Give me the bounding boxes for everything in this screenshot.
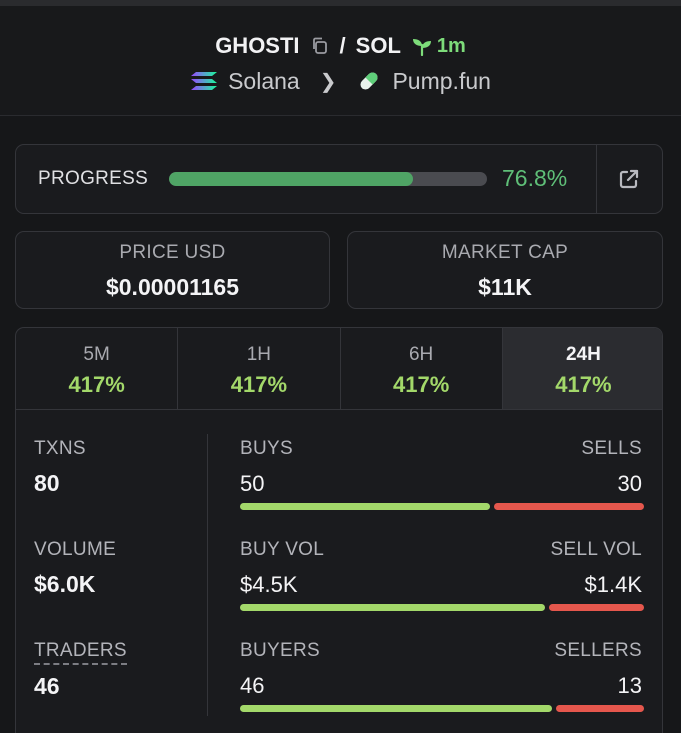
buy-portion bbox=[240, 705, 552, 712]
chevron-right-icon: ❯ bbox=[319, 70, 337, 93]
buyers-label: BUYERS bbox=[240, 640, 320, 661]
quote-symbol: SOL bbox=[355, 33, 401, 58]
tab-change-value: 417% bbox=[555, 372, 612, 397]
sells-value: 30 bbox=[617, 471, 642, 496]
tab-label: 6H bbox=[408, 344, 434, 365]
buy-vol-label: BUY VOL bbox=[240, 539, 325, 560]
tab-label: 1H bbox=[246, 344, 272, 365]
market-cap-card: MARKET CAP $11K bbox=[347, 231, 663, 309]
pair-header: GHOSTI / SOL 1m Solana ❯ Pump.fun bbox=[0, 6, 681, 116]
tab-24h[interactable]: 24H 417% bbox=[502, 328, 662, 409]
progress-label: PROGRESS bbox=[38, 168, 149, 189]
price-usd-value: $0.00001165 bbox=[105, 274, 240, 300]
price-usd-label: PRICE USD bbox=[119, 242, 226, 263]
price-usd-card: PRICE USD $0.00001165 bbox=[15, 231, 330, 309]
sell-portion bbox=[555, 705, 644, 712]
sell-portion bbox=[494, 503, 644, 510]
txns-value: 80 bbox=[34, 470, 60, 496]
progress-bar bbox=[169, 172, 487, 186]
pill-icon bbox=[360, 72, 379, 90]
tab-1h[interactable]: 1H 417% bbox=[178, 328, 341, 409]
external-link-icon[interactable] bbox=[617, 167, 641, 191]
buys-label: BUYS bbox=[240, 438, 293, 459]
buy-portion bbox=[240, 503, 490, 510]
sell-portion bbox=[549, 604, 644, 611]
tab-6h[interactable]: 6H 417% bbox=[341, 328, 503, 409]
tab-label: 24H bbox=[565, 344, 601, 365]
sellers-label: SELLERS bbox=[554, 640, 642, 661]
market-cap-label: MARKET CAP bbox=[441, 242, 569, 263]
pair-age: 1m bbox=[411, 35, 466, 58]
volume-split-bar bbox=[240, 604, 644, 611]
token-symbol[interactable]: GHOSTI bbox=[215, 33, 299, 59]
progress-value: 76.8% bbox=[502, 165, 568, 191]
buy-vol-value: $4.5K bbox=[240, 572, 298, 597]
progress-bar-fill bbox=[169, 172, 414, 186]
pair-title-row: GHOSTI / SOL 1m bbox=[0, 30, 681, 62]
buyers-value: 46 bbox=[240, 673, 265, 698]
tab-label: 5M bbox=[83, 344, 110, 365]
traders-value: 46 bbox=[34, 673, 60, 699]
sells-label: SELLS bbox=[581, 438, 642, 459]
sellers-value: 13 bbox=[617, 673, 642, 698]
timeframe-tabs: 5M 417% 1H 417% 6H 417% 24H 417% bbox=[16, 328, 662, 410]
stats-divider bbox=[207, 434, 208, 716]
solana-icon bbox=[191, 72, 218, 90]
buys-sells-bar bbox=[240, 503, 644, 510]
copy-icon[interactable] bbox=[310, 36, 330, 56]
volume-value: $6.0K bbox=[34, 571, 96, 597]
bonding-progress-panel: PROGRESS 76.8% bbox=[15, 144, 663, 214]
pair-separator: / bbox=[339, 33, 346, 58]
sell-vol-label: SELL VOL bbox=[550, 539, 642, 560]
timeframe-stats-panel: 5M 417% 1H 417% 6H 417% 24H 417% TXNS 80… bbox=[15, 327, 663, 733]
pair-age-value: 1m bbox=[436, 34, 466, 57]
buys-value: 50 bbox=[240, 471, 265, 496]
platform-name[interactable]: Pump.fun bbox=[392, 68, 490, 95]
tab-change-value: 417% bbox=[230, 372, 288, 397]
seedling-icon bbox=[412, 39, 431, 56]
txns-label: TXNS bbox=[34, 438, 86, 459]
buyers-sellers-bar bbox=[240, 705, 644, 712]
market-cap-value: $11K bbox=[478, 274, 532, 300]
sell-vol-value: $1.4K bbox=[584, 572, 643, 597]
chain-breadcrumb: Solana ❯ Pump.fun bbox=[0, 66, 681, 96]
volume-label: VOLUME bbox=[34, 539, 117, 560]
divider bbox=[596, 145, 597, 213]
tab-change-value: 417% bbox=[392, 372, 450, 397]
tab-change-value: 417% bbox=[68, 372, 125, 397]
tab-5m[interactable]: 5M 417% bbox=[16, 328, 179, 409]
chain-name[interactable]: Solana bbox=[228, 68, 300, 95]
buy-portion bbox=[240, 604, 546, 611]
traders-label[interactable]: TRADERS bbox=[34, 640, 127, 665]
